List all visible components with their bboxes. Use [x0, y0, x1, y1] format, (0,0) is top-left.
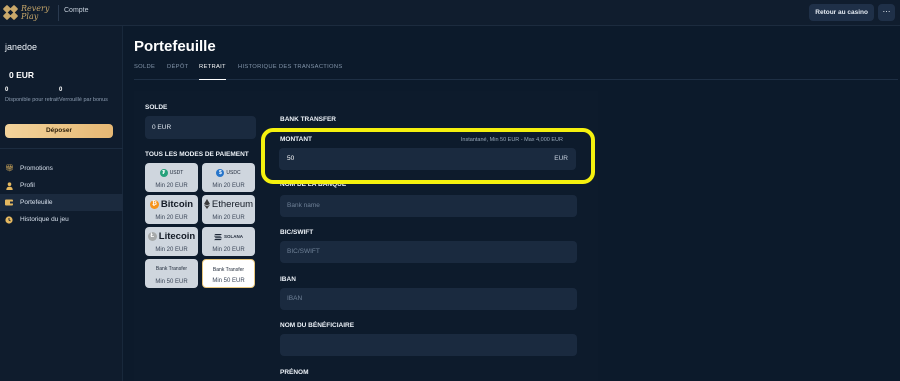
payment-modes-label: TOUS LES MODES DE PAIEMENT — [145, 151, 249, 158]
sidebar: janedoe 0 EUR 0 Disponible pour retrait … — [0, 26, 123, 381]
highlight-annotation — [261, 128, 595, 184]
beneficiary-label: NOM DU BÉNÉFICIAIRE — [280, 322, 355, 329]
prenom-label: PRÉNOM — [280, 369, 309, 376]
withdrawable-amount: 0 — [5, 87, 9, 93]
user-icon — [5, 181, 13, 190]
sidebar-item-label: Profil — [20, 182, 35, 189]
method-logo: SOLANA — [202, 230, 255, 243]
more-options-button[interactable]: ⋯ — [878, 4, 895, 21]
method-name: Bank Transfer — [155, 265, 188, 272]
sidebar-item-promotions[interactable]: 🎁︎ Promotions — [0, 160, 123, 177]
method-min: Min 50 EUR — [155, 279, 188, 285]
withdrawable-label: Disponible pour retrait — [5, 97, 59, 103]
account-balance: 0 EUR — [9, 70, 35, 80]
sidebar-item-historique[interactable]: Historique du jeu — [0, 211, 123, 228]
iban-input[interactable]: IBAN — [280, 288, 577, 310]
method-name: USDT — [169, 169, 184, 176]
top-bar: Revery Play Compte Retour au casino ⋯ — [0, 0, 900, 26]
solde-value: 0 EUR — [145, 116, 256, 139]
tab-retrait[interactable]: RETRAIT — [199, 64, 226, 80]
method-usdc[interactable]: $ USDC Min 20 EUR — [202, 163, 255, 192]
method-name: USDC — [226, 169, 241, 176]
method-bank-transfer-selected[interactable]: Bank Transfer Min 50 EUR — [202, 259, 255, 288]
sidebar-item-label: Promotions — [20, 165, 53, 172]
method-min: Min 20 EUR — [155, 215, 188, 221]
sidebar-item-profil[interactable]: Profil — [0, 177, 123, 194]
username: janedoe — [5, 42, 38, 52]
deposit-button[interactable]: Déposer — [5, 124, 113, 138]
method-min: Min 50 EUR — [212, 278, 245, 284]
return-to-casino-button[interactable]: Retour au casino — [809, 4, 874, 21]
litecoin-icon: Ł — [147, 232, 157, 241]
form-title: BANK TRANSFER — [280, 116, 336, 123]
method-solana[interactable]: SOLANA Min 20 EUR — [202, 227, 255, 256]
method-logo: Ethereum — [202, 198, 255, 211]
wallet-icon — [5, 199, 13, 207]
sidebar-item-label: Historique du jeu — [20, 216, 69, 223]
wallet-tabs: SOLDE DÉPÔT RETRAIT HISTORIQUE DES TRANS… — [134, 64, 898, 80]
top-divider — [58, 5, 59, 21]
gift-icon: 🎁︎ — [5, 164, 14, 172]
solana-icon — [214, 228, 222, 246]
sidebar-item-portefeuille[interactable]: Portefeuille — [0, 194, 123, 211]
method-min: Min 20 EUR — [155, 183, 188, 189]
method-min: Min 20 EUR — [212, 215, 245, 221]
method-logo: $ USDC — [202, 166, 255, 179]
method-min: Min 20 EUR — [212, 247, 245, 253]
method-min: Min 20 EUR — [212, 183, 245, 189]
method-bank-transfer[interactable]: Bank Transfer Min 50 EUR — [145, 259, 198, 288]
method-litecoin[interactable]: Ł Litecoin Min 20 EUR — [145, 227, 198, 256]
sidebar-divider — [0, 148, 123, 149]
method-usdt[interactable]: ₮ USDT Min 20 EUR — [145, 163, 198, 192]
brand-logo[interactable]: Revery Play — [2, 2, 56, 24]
locked-label: Verrouillé par bonus — [59, 97, 108, 103]
tether-icon: ₮ — [159, 168, 168, 177]
method-name: Bank Transfer — [212, 266, 245, 273]
method-logo: Ł Litecoin — [145, 230, 198, 243]
beneficiary-input[interactable] — [280, 334, 577, 356]
method-min: Min 20 EUR — [155, 247, 188, 253]
bank-name-input[interactable]: Bank name — [280, 195, 577, 217]
page-title: Portefeuille — [134, 38, 216, 55]
solde-label: SOLDE — [145, 104, 168, 111]
method-logo: ₮ USDT — [145, 166, 198, 179]
tab-historique-transactions[interactable]: HISTORIQUE DES TRANSACTIONS — [238, 64, 343, 80]
method-logo: Bank Transfer — [145, 262, 198, 275]
iban-label: IBAN — [280, 276, 296, 283]
method-logo: ₿ Bitcoin — [145, 198, 198, 211]
ethereum-icon — [203, 196, 210, 214]
nav-account-label: Compte — [64, 7, 89, 14]
usdc-icon: $ — [216, 168, 225, 177]
method-name: SOLANA — [224, 234, 243, 239]
tab-depot[interactable]: DÉPÔT — [167, 64, 188, 80]
method-name: Litecoin — [158, 231, 196, 242]
logo-text: Revery Play — [21, 4, 50, 21]
bitcoin-icon: ₿ — [149, 200, 159, 209]
bic-label: BIC/SWIFT — [280, 229, 314, 236]
locked-amount: 0 — [59, 87, 63, 93]
method-bitcoin[interactable]: ₿ Bitcoin Min 20 EUR — [145, 195, 198, 224]
bic-input[interactable]: BIC/SWIFT — [280, 241, 577, 263]
sidebar-item-label: Portefeuille — [20, 199, 53, 206]
history-icon — [5, 215, 13, 224]
method-name: Bitcoin — [160, 199, 194, 210]
method-name: Ethereum — [211, 199, 254, 210]
tab-solde[interactable]: SOLDE — [134, 64, 155, 80]
method-logo: Bank Transfer — [203, 263, 254, 276]
method-ethereum[interactable]: Ethereum Min 20 EUR — [202, 195, 255, 224]
logo-mark-icon — [2, 4, 19, 21]
